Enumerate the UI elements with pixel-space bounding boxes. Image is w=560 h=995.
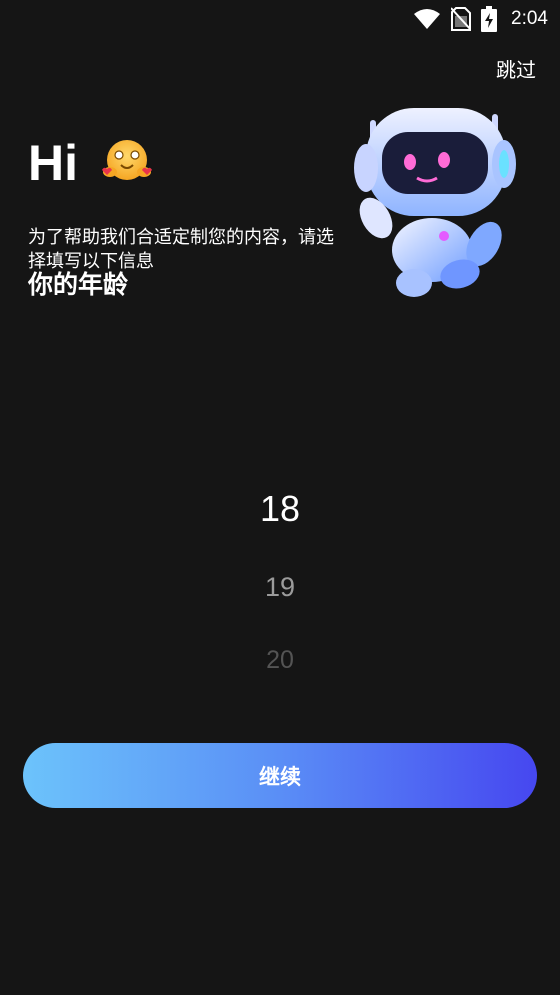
continue-button[interactable]: 继续 bbox=[23, 743, 537, 808]
greeting-title: Hi bbox=[28, 135, 78, 191]
age-option[interactable]: 19 bbox=[0, 572, 560, 603]
greeting-row: Hi bbox=[28, 136, 154, 190]
hug-emoji-icon bbox=[100, 136, 154, 190]
status-icons: 2:04 bbox=[413, 6, 548, 32]
age-title: 你的年龄 bbox=[28, 270, 129, 299]
status-time: 2:04 bbox=[511, 8, 548, 29]
age-option-selected[interactable]: 18 bbox=[0, 488, 560, 530]
battery-charging-icon bbox=[481, 6, 498, 32]
skip-button[interactable]: 跳过 bbox=[496, 54, 536, 83]
robot-mascot bbox=[352, 100, 522, 309]
age-option[interactable]: 20 bbox=[0, 646, 560, 675]
no-sim-icon bbox=[451, 7, 472, 31]
wifi-icon bbox=[413, 8, 441, 30]
status-bar: 2:04 bbox=[0, 0, 560, 38]
